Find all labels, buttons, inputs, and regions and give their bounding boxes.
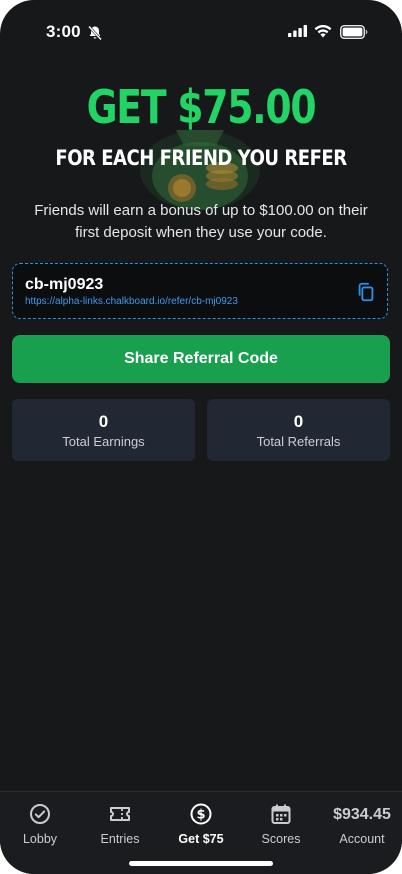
tab-account-label: Account xyxy=(339,832,385,846)
bell-muted-icon xyxy=(88,25,102,41)
tab-scores[interactable]: Scores xyxy=(241,792,321,852)
referral-description: Friends will earn a bonus of up to $100.… xyxy=(34,202,368,241)
tab-lobby-label: Lobby xyxy=(22,832,58,846)
referral-subheadline: FOR EACH FRIEND YOU REFER xyxy=(55,146,347,170)
total-earnings-value: 0 xyxy=(98,412,109,431)
calendar-icon xyxy=(271,804,291,824)
account-balance: $934.45 xyxy=(333,806,391,823)
tab-account[interactable]: $934.45 Account xyxy=(322,792,402,852)
status-time: 3:00 xyxy=(46,22,81,41)
tab-get-75[interactable]: $ Get $75 xyxy=(161,792,241,852)
battery-icon xyxy=(340,25,368,39)
tab-entries-label: Entries xyxy=(100,832,140,846)
total-referrals-value: 0 xyxy=(293,412,304,431)
tab-scores-label: Scores xyxy=(261,832,301,846)
cellular-signal-icon xyxy=(288,25,307,37)
ticket-icon xyxy=(110,807,130,821)
total-earnings-label: Total Earnings xyxy=(62,434,145,449)
referral-code: cb-mj0923 xyxy=(25,276,104,293)
referral-code-box: cb-mj0923 https://alpha-links.chalkboard… xyxy=(12,263,388,319)
referral-headline: GET $75.00 xyxy=(86,80,317,134)
referral-link[interactable]: https://alpha-links.chalkboard.io/refer/… xyxy=(25,296,238,307)
wifi-icon xyxy=(314,25,332,38)
check-circle-icon xyxy=(30,804,50,824)
tab-get-75-label: Get $75 xyxy=(178,832,224,846)
svg-text:$: $ xyxy=(196,808,205,823)
total-earnings-card: 0 Total Earnings xyxy=(12,399,195,461)
home-indicator[interactable] xyxy=(129,861,273,866)
total-referrals-label: Total Referrals xyxy=(256,434,341,449)
share-referral-code-button[interactable]: Share Referral Code xyxy=(12,335,390,383)
app-screen: 3:00 GET $75.00 FOR EACH FRIEND YOU REFE… xyxy=(0,0,402,874)
tab-entries[interactable]: Entries xyxy=(80,792,160,852)
copy-icon[interactable] xyxy=(355,281,377,303)
total-referrals-card: 0 Total Referrals xyxy=(207,399,390,461)
tab-lobby[interactable]: Lobby xyxy=(0,792,80,852)
dollar-circle-icon: $ xyxy=(190,803,212,825)
status-bar: 3:00 xyxy=(0,0,402,60)
